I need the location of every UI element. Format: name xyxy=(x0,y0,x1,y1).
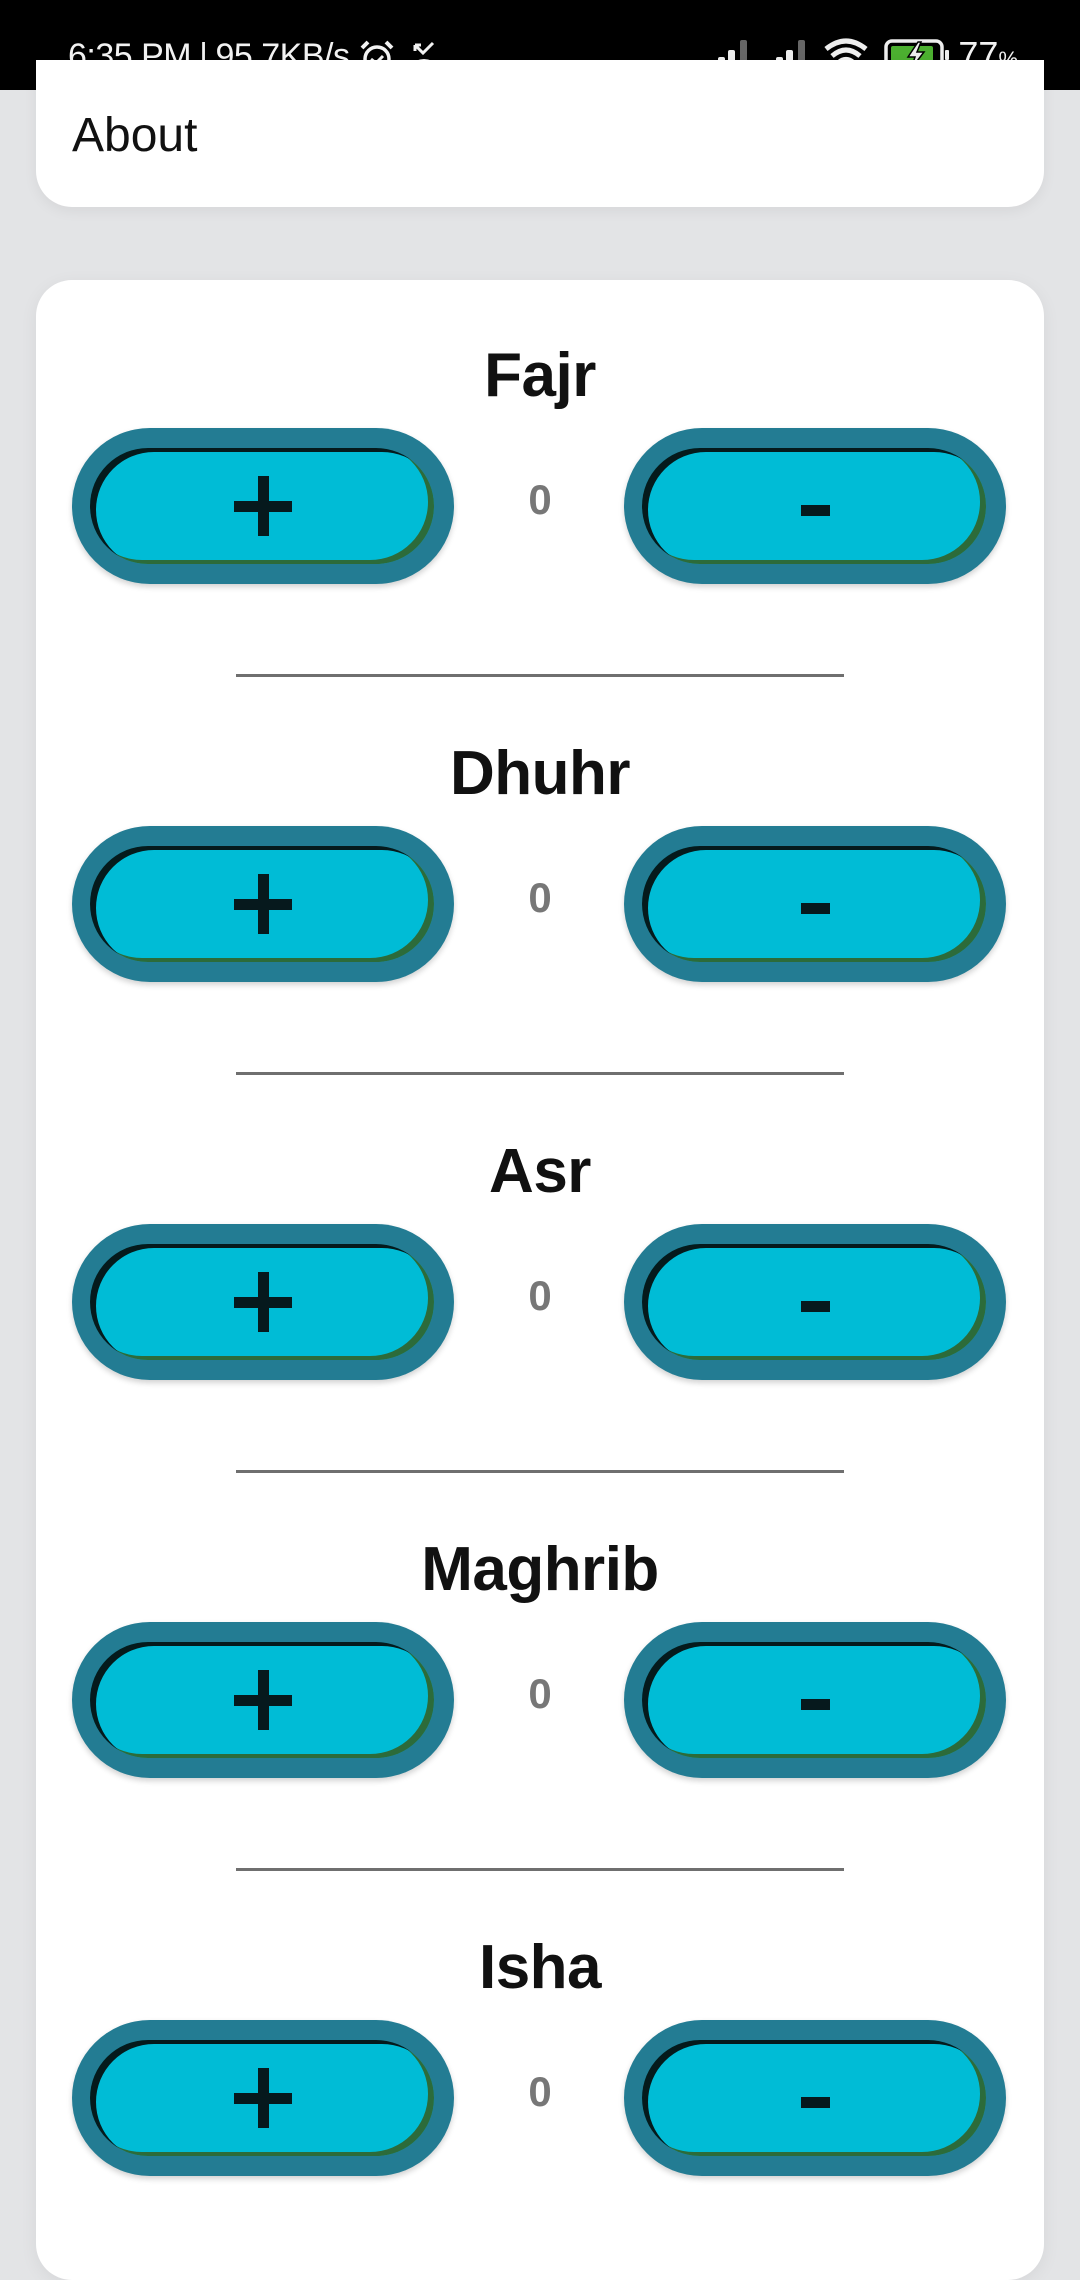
prayer-count: 0 xyxy=(528,1670,552,1717)
plus-symbol-wrap xyxy=(72,1224,454,1380)
increment-button[interactable] xyxy=(72,1622,454,1778)
decrement-button[interactable] xyxy=(624,2020,1006,2176)
prayer-title: Asr xyxy=(489,1137,591,1206)
decrement-button[interactable] xyxy=(624,428,1006,584)
plus-symbol-wrap xyxy=(72,826,454,982)
divider xyxy=(236,1470,844,1473)
prayer-section-asr: Asr 0 xyxy=(36,1076,1044,1396)
plus-symbol-wrap xyxy=(72,2020,454,2176)
divider xyxy=(236,674,844,677)
plus-icon xyxy=(234,2068,292,2128)
minus-icon xyxy=(800,1300,830,1312)
prayer-title: Isha xyxy=(478,1933,602,2002)
decrement-button[interactable] xyxy=(624,826,1006,982)
plus-icon xyxy=(234,476,292,536)
prayer-count: 0 xyxy=(528,1272,552,1319)
prayer-counter-card: Fajr 0 Dhuhr 0 Asr 0 Maghrib 0 Isha 0 xyxy=(36,280,1044,2280)
prayer-title: Fajr xyxy=(484,341,596,410)
increment-button[interactable] xyxy=(72,1224,454,1380)
minus-symbol-wrap xyxy=(624,1224,1006,1380)
prayer-title: Maghrib xyxy=(421,1535,659,1604)
minus-icon xyxy=(800,902,830,914)
plus-symbol-wrap xyxy=(72,428,454,584)
minus-symbol-wrap xyxy=(624,826,1006,982)
prayer-section-isha: Isha 0 xyxy=(36,1872,1044,2192)
prayer-title: Dhuhr xyxy=(449,739,631,808)
minus-symbol-wrap xyxy=(624,2020,1006,2176)
minus-icon xyxy=(800,504,830,516)
about-link[interactable]: About xyxy=(72,108,197,163)
divider xyxy=(236,1868,844,1871)
divider xyxy=(236,1072,844,1075)
prayer-section-maghrib: Maghrib 0 xyxy=(36,1474,1044,1794)
decrement-button[interactable] xyxy=(624,1224,1006,1380)
increment-button[interactable] xyxy=(72,428,454,584)
prayer-count: 0 xyxy=(528,874,552,921)
plus-icon xyxy=(234,1670,292,1730)
increment-button[interactable] xyxy=(72,2020,454,2176)
plus-icon xyxy=(234,1272,292,1332)
minus-symbol-wrap xyxy=(624,428,1006,584)
prayer-count: 0 xyxy=(528,476,552,523)
decrement-button[interactable] xyxy=(624,1622,1006,1778)
prayer-section-dhuhr: Dhuhr 0 xyxy=(36,678,1044,998)
prayer-count: 0 xyxy=(528,2068,552,2115)
minus-icon xyxy=(800,2096,830,2108)
prayer-section-fajr: Fajr 0 xyxy=(36,280,1044,600)
about-card[interactable]: About xyxy=(36,60,1044,207)
minus-symbol-wrap xyxy=(624,1622,1006,1778)
plus-icon xyxy=(234,874,292,934)
minus-icon xyxy=(800,1698,830,1710)
plus-symbol-wrap xyxy=(72,1622,454,1778)
increment-button[interactable] xyxy=(72,826,454,982)
